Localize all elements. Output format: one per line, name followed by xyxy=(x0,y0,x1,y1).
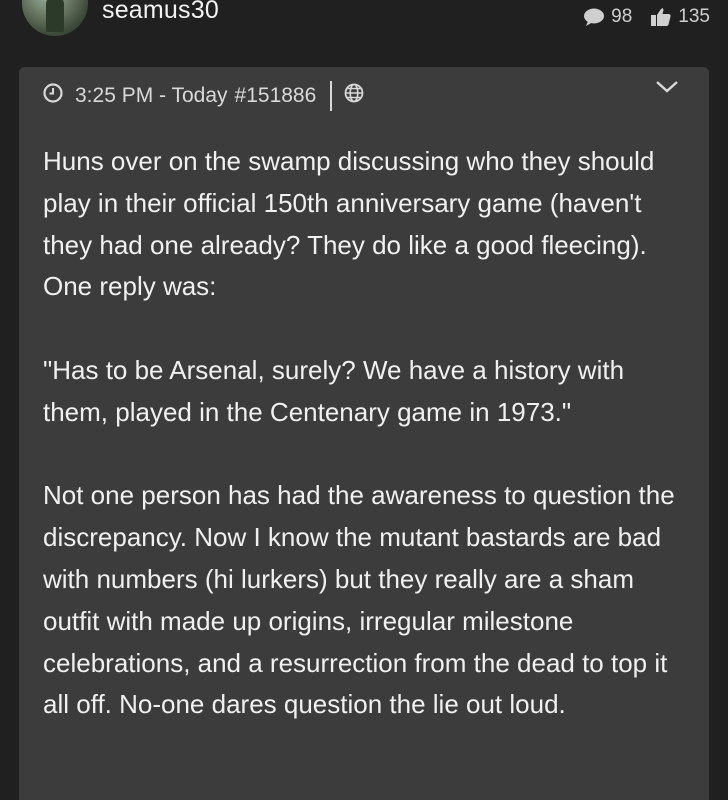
user-stats: 98 135 xyxy=(583,6,710,28)
thumbs-up-icon xyxy=(650,7,672,27)
globe-icon xyxy=(344,83,364,109)
post-paragraph: Not one person has had the awareness to … xyxy=(43,480,675,720)
post-timestamp[interactable]: 3:25 PM - Today xyxy=(75,84,228,108)
post-page: seamus30 98 135 3:25 PM - Today #151886 … xyxy=(0,0,728,800)
comments-stat: 98 xyxy=(583,6,632,28)
post-meta: 3:25 PM - Today #151886 xyxy=(43,81,364,111)
avatar-figure xyxy=(46,0,64,32)
username[interactable]: seamus30 xyxy=(102,0,219,25)
post-paragraph: "Has to be Arsenal, surely? We have a hi… xyxy=(43,354,625,427)
post-card: 3:25 PM - Today #151886 Huns over on the… xyxy=(19,67,709,800)
comments-count: 98 xyxy=(611,6,633,27)
chevron-down-icon[interactable] xyxy=(655,79,679,100)
meta-divider xyxy=(330,81,333,111)
clock-icon xyxy=(43,83,63,109)
likes-stat: 135 xyxy=(650,6,710,28)
post-body: Huns over on the swamp discussing who th… xyxy=(43,141,693,768)
likes-count: 135 xyxy=(678,6,710,27)
post-number-link[interactable]: #151886 xyxy=(235,84,317,108)
avatar[interactable] xyxy=(22,0,88,36)
speech-bubble-icon xyxy=(583,7,605,27)
post-paragraph: Huns over on the swamp discussing who th… xyxy=(43,146,655,302)
